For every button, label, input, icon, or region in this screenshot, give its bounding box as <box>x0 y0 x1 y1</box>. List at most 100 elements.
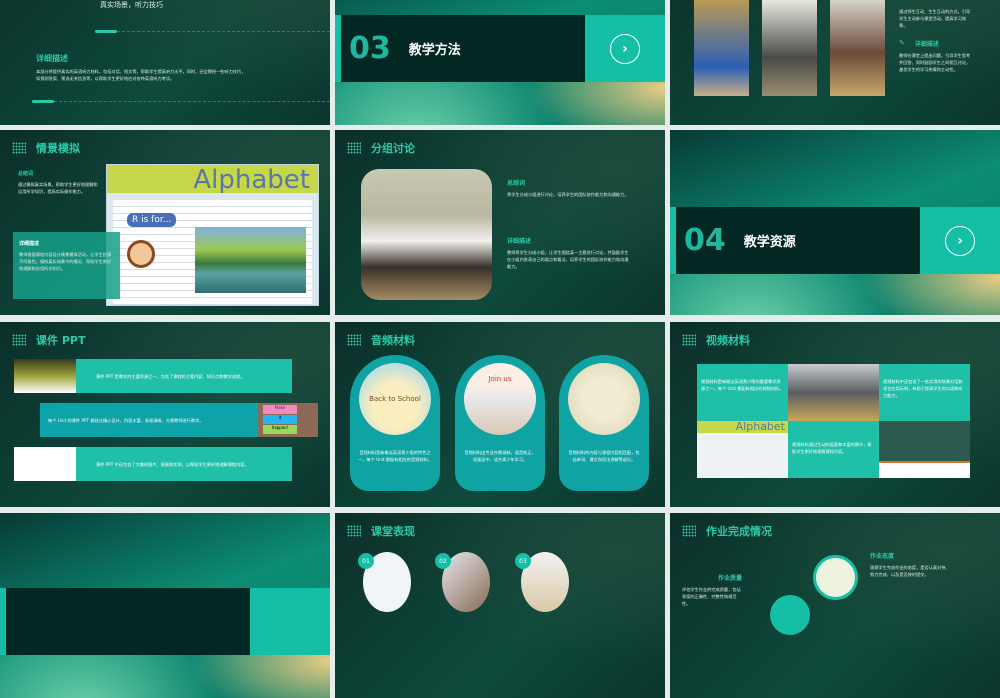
child-illustration <box>127 240 155 268</box>
slide-thumbnail-section-05[interactable] <box>0 513 330 698</box>
teacher-illustration <box>879 421 970 478</box>
tile-text: 视频材料中还包含了一些实用的场景对话和语言应用示例，有助于提高学生的口语和听力能… <box>883 379 963 398</box>
slide-title: 课堂表现 <box>371 525 415 538</box>
slide-thumbnail-audio[interactable]: 音频材料 Back to School 音频材料是新概念英语青少版的特色之一，每… <box>335 322 665 507</box>
dots-icon <box>682 334 696 346</box>
slide-thumbnail-section-03[interactable]: 03 教学方法 › <box>335 0 665 125</box>
section-number: 03 <box>349 31 391 66</box>
detail-title: 详细描述 <box>36 54 68 63</box>
section-title: 教学方法 <box>408 43 461 58</box>
slide-thumbnail-courseware[interactable]: 课件 PPT 课件 PPT 是教学的主要资源之一，包含了课程的主要内容、知识点和… <box>0 322 330 507</box>
detail-title: 详细描述 <box>507 238 532 245</box>
decorative-circle <box>770 595 810 635</box>
classroom-photo <box>830 0 885 96</box>
summary-text: 将学生分成小组进行讨论，培养学生的团队协作能力和沟通能力。 <box>507 192 629 197</box>
slide-title: 视频材料 <box>706 334 750 347</box>
slide-thumbnail-homework[interactable]: 作业完成情况 作业态度 观察学生完成作业的态度，是否认真对待、努力完成，以及是否… <box>670 513 1000 698</box>
section-title: 教学资源 <box>743 235 796 250</box>
quality-title: 作业质量 <box>717 575 742 582</box>
item-number: 01 <box>358 553 374 569</box>
summary-text: 通过师生互动、生生互动的方式，引导学生主动参与课堂活动，提高学习效果。 <box>899 9 971 28</box>
note: happen! <box>263 425 297 434</box>
attitude-title: 作业态度 <box>870 553 895 560</box>
info-row: 课件 PPT 中还包含了大量的图片、图表和实例，以帮助学生更好地理解课程内容。 <box>14 447 292 481</box>
note: it <box>263 415 297 424</box>
row-text: 课件 PPT 中还包含了大量的图片、图表和实例，以帮助学生更好地理解课程内容。 <box>96 461 249 467</box>
detail-box: 详细描述 教师根据课程内容设计情景模拟活动，让学生扮演不同角色，模拟真实场景中的… <box>13 232 120 299</box>
card-text: 音频材料的内容与课程内容相匹配，包括单词、课文和语法讲解等部分。 <box>568 450 640 462</box>
item-number: 03 <box>515 553 531 569</box>
section-banner <box>0 588 330 655</box>
slide-title: 课件 PPT <box>36 334 86 347</box>
detail-title: 详细描述 <box>19 241 40 247</box>
slide-thumbnail-video[interactable]: 视频材料 视频材料是新概念英语青少版的重要教学资源之一，每个 Unit 都配有相… <box>670 322 1000 507</box>
note: Make <box>263 405 297 414</box>
card-text: 音频材料是新概念英语青少版的特色之一，每个 Unit 都配有相应的音频材料。 <box>358 450 433 462</box>
classroom-photo <box>694 0 749 96</box>
summary-title: 总结词 <box>507 180 526 187</box>
homework-image <box>813 555 858 600</box>
dots-icon <box>682 525 696 537</box>
dots-icon <box>347 525 361 537</box>
sticky-notes-image: Make it happen! <box>258 403 318 437</box>
books-image <box>568 363 640 435</box>
slide-thumbnail-interaction[interactable]: 通过师生互动、生生互动的方式，引导学生主动参与课堂活动，提高学习效果。 ✎ 详细描… <box>670 0 1000 125</box>
info-row: 每个 Unit 的课件 PPT 都经过精心设计，内容丰富、条理清晰，方便教师进行… <box>40 403 318 437</box>
card-image: Join us <box>464 363 536 435</box>
alphabet-banner: Alphabet <box>107 165 318 193</box>
pencil-icon: ✎ <box>899 39 905 47</box>
slide-title: 作业完成情况 <box>706 525 772 538</box>
divider-accent <box>95 30 117 33</box>
info-row: 课件 PPT 是教学的主要资源之一，包含了课程的主要内容、知识点和教学流程。 <box>14 359 292 393</box>
dots-icon <box>12 142 26 154</box>
classroom-image <box>788 364 879 421</box>
slide-thumbnail-group-discussion[interactable]: 分组讨论 总结词 将学生分成小组进行讨论，培养学生的团队协作能力和沟通能力。 详… <box>335 130 665 315</box>
summary-title: 总结词 <box>18 171 34 177</box>
card-image: Back to School <box>359 363 431 435</box>
chevron-right-icon: › <box>945 225 975 256</box>
detail-text: 教师在课堂上提出问题，引导学生思考并回答，同时鼓励学生之间相互讨论，激发学生的学… <box>899 53 971 72</box>
chevron-right-icon: › <box>610 33 640 64</box>
section-banner: 04 教学资源 › <box>670 207 1000 274</box>
slide-thumbnail-listening[interactable]: 真实场景，听力技巧 详细描述 本部分将提供真实的英语听力材料，包括对话、短文等，… <box>0 0 330 125</box>
row-text: 每个 Unit 的课件 PPT 都经过精心设计，内容丰富、条理清晰，方便教师进行… <box>48 417 204 423</box>
slide-title: 分组讨论 <box>371 142 415 155</box>
slide-thumbnail-section-04[interactable]: 04 教学资源 › <box>670 130 1000 315</box>
video-tile: 视频材料通过生动的画面和丰富的情节，帮助学生更好地理解课程内容。 <box>788 421 879 478</box>
dots-icon <box>347 334 361 346</box>
audio-card: 音频材料的内容与课程内容相匹配，包括单词、课文和语法讲解等部分。 <box>559 355 649 491</box>
divider-accent <box>32 100 54 103</box>
summary-text: 通过模拟真实场景，帮助学生更好地理解和运用所学知识，提高实际操作能力。 <box>18 182 98 194</box>
attitude-text: 观察学生完成作业的态度，是否认真对待、努力完成，以及是否按时提交。 <box>870 565 950 577</box>
card-text: 音频材料由专业外教录制，语音纯正，语速适中，适合青少年学习。 <box>464 450 536 462</box>
slide-thumbnail-class-performance[interactable]: 课堂表现 01 02 03 <box>335 513 665 698</box>
top-text: 真实场景，听力技巧 <box>100 1 163 9</box>
tile-text: 视频材料是新概念英语青少版的重要教学资源之一，每个 Unit 都配有相应的视频材… <box>701 379 784 391</box>
detail-text: 教师将学生分成小组，让学生围绕某一主题进行讨论，并鼓励学生在小组内发表自己的观点… <box>507 250 629 269</box>
slide-title: 情景模拟 <box>36 142 80 155</box>
dots-icon <box>347 142 361 154</box>
alphabet-image: Alphabet <box>697 421 788 478</box>
divider-line <box>117 31 330 32</box>
classroom-photo <box>762 0 817 96</box>
tile-text: 视频材料通过生动的画面和丰富的情节，帮助学生更好地理解课程内容。 <box>792 442 872 454</box>
detail-title: 详细描述 <box>914 41 939 48</box>
detail-text: 本部分将提供真实的英语听力材料，包括对话、短文等，帮助学生提高听力水平。同时，还… <box>36 69 246 81</box>
audio-card: Join us 音频材料由专业外教录制，语音纯正，语速适中，适合青少年学习。 <box>455 355 545 491</box>
landscape-image <box>195 227 306 293</box>
row-text: 课件 PPT 是教学的主要资源之一，包含了课程的主要内容、知识点和教学流程。 <box>96 373 245 379</box>
alphabet-illustration: Alphabet R is for... <box>106 164 319 306</box>
section-banner: 03 教学方法 › <box>335 15 665 82</box>
quality-text: 评估学生作业的完成质量，包括答案的正确性、完整性和规范性。 <box>682 587 741 606</box>
video-tile: 视频材料是新概念英语青少版的重要教学资源之一，每个 Unit 都配有相应的视频材… <box>697 364 788 421</box>
dots-icon <box>12 334 26 346</box>
video-tile: 视频材料中还包含了一些实用的场景对话和语言应用示例，有助于提高学生的口语和听力能… <box>879 364 970 421</box>
row-image <box>14 359 76 393</box>
speech-bubble: R is for... <box>127 213 177 227</box>
slide-title: 音频材料 <box>371 334 415 347</box>
slide-thumbnail-scenario[interactable]: 情景模拟 Alphabet R is for... 总结词 通过模拟真实场景，帮… <box>0 130 330 315</box>
detail-text: 教师根据课程内容设计情景模拟活动，让学生扮演不同角色，模拟真实场景中的情况，帮助… <box>19 252 112 271</box>
row-image <box>14 447 76 481</box>
divider-line <box>54 101 330 102</box>
section-number: 04 <box>684 223 726 258</box>
